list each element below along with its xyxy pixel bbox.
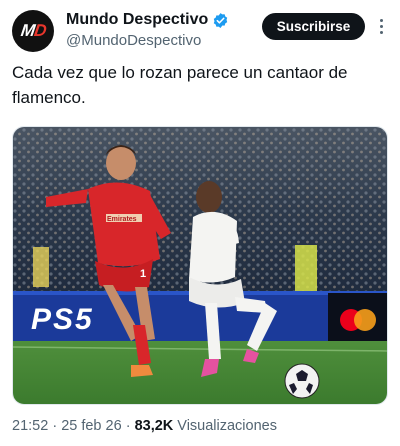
tweet-media-image[interactable]: PS5 Emirates 1 (12, 126, 388, 405)
football-scene: PS5 Emirates 1 (13, 127, 387, 404)
more-vertical-icon[interactable] (372, 14, 390, 38)
tweet-time[interactable]: 21:52 (12, 418, 48, 434)
handle[interactable]: @MundoDespectivo (66, 32, 229, 49)
avatar[interactable]: MD (12, 10, 54, 52)
player-number: 1 (140, 268, 146, 280)
tweet-text: Cada vez que lo rozan parece un cantaor … (12, 63, 348, 107)
subscribe-button[interactable]: Suscribirse (262, 13, 365, 40)
author-name-row[interactable]: Mundo Despectivo (66, 11, 229, 29)
avatar-logo: MD (19, 21, 47, 40)
author-info: Mundo Despectivo @MundoDespectivo (66, 11, 229, 49)
jersey-sponsor: Emirates (107, 216, 137, 223)
views-label: Visualizaciones (173, 418, 277, 434)
tweet-date[interactable]: 25 feb 26 (61, 418, 121, 434)
display-name[interactable]: Mundo Despectivo (66, 11, 208, 29)
ad-board-text: PS5 (31, 303, 94, 336)
football (284, 363, 320, 399)
views-count: 83,2K (134, 418, 174, 434)
tweet-header: MD Mundo Despectivo @MundoDespectivo Sus… (0, 0, 400, 56)
tweet-meta: 21:52 · 25 feb 26 · 83,2K Visualizacione… (12, 418, 277, 434)
verified-badge-icon (212, 12, 229, 29)
